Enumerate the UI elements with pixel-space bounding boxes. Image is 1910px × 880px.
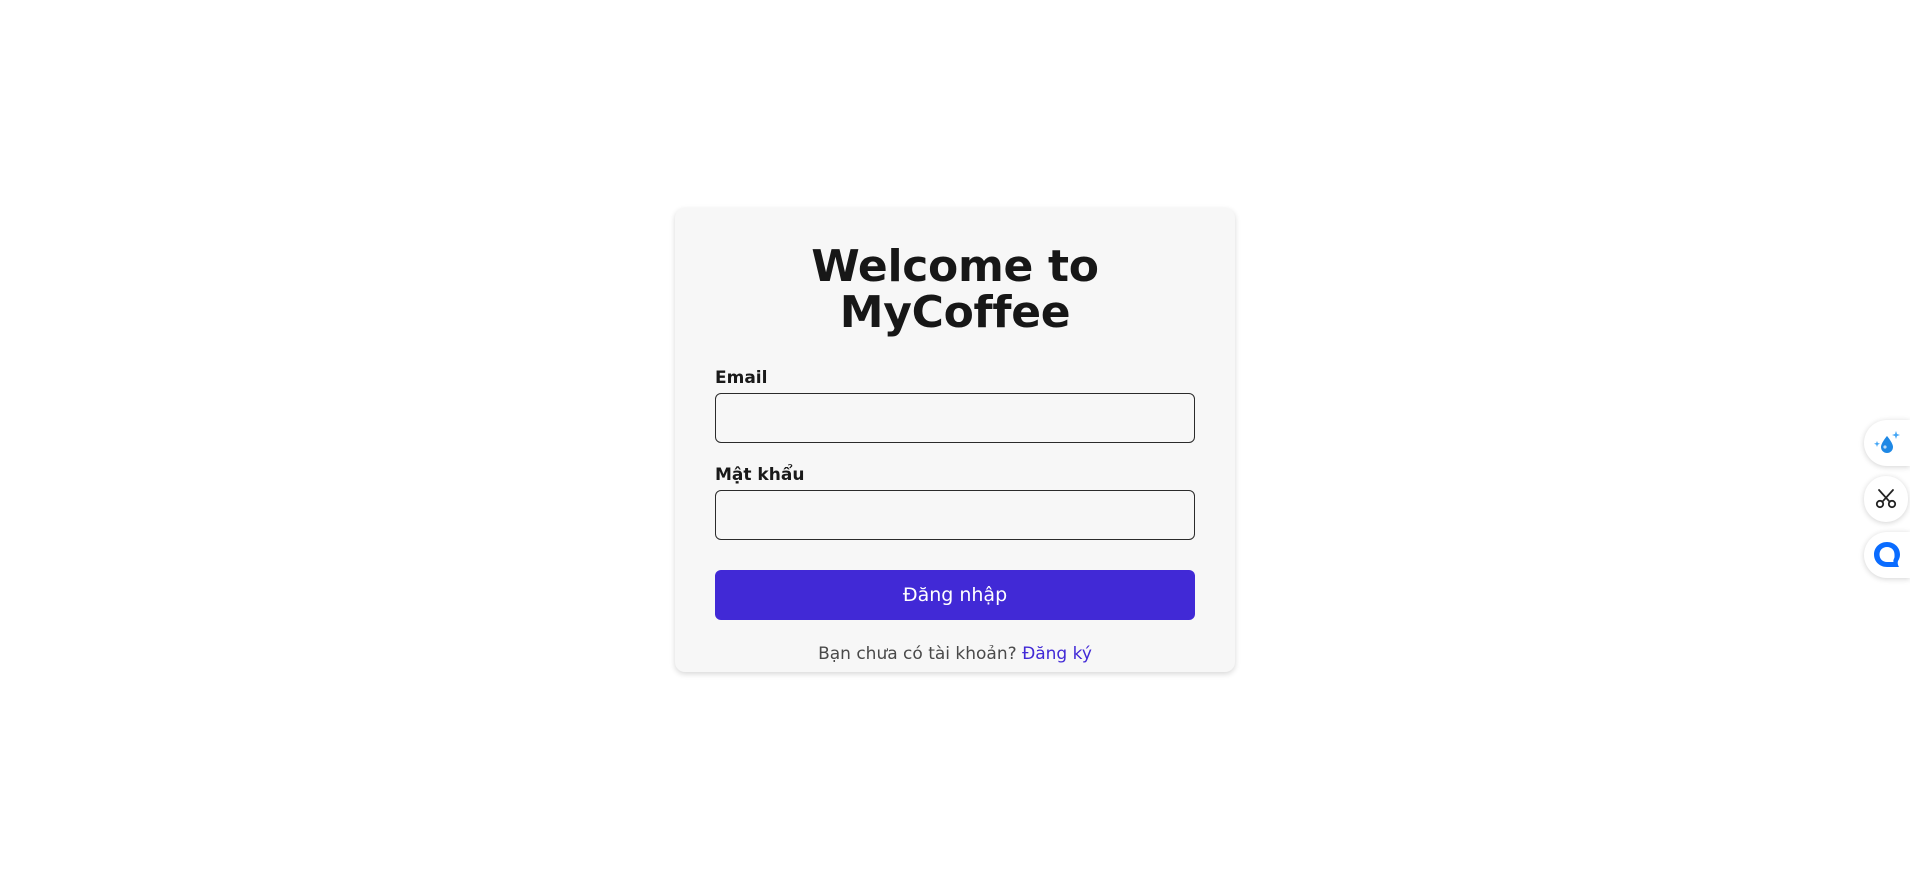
sparkle-drop-button[interactable] <box>1864 420 1910 466</box>
email-label: Email <box>715 368 768 389</box>
sparkle-drop-icon <box>1872 428 1902 458</box>
chat-button[interactable] <box>1864 532 1910 578</box>
signup-prompt: Bạn chưa có tài khoản? <box>818 644 1017 665</box>
email-input[interactable] <box>715 393 1195 444</box>
email-field-group: Email <box>715 368 1195 444</box>
signup-row: Bạn chưa có tài khoản? Đăng ký <box>715 644 1195 664</box>
password-label: Mật khẩu <box>715 465 805 486</box>
signup-link[interactable]: Đăng ký <box>1022 644 1092 664</box>
chat-bubble-icon <box>1871 539 1903 571</box>
login-card: Welcome to MyCoffee Email Mật khẩu Đăng … <box>675 208 1235 672</box>
side-toolbar <box>1860 420 1910 588</box>
page-title: Welcome to MyCoffee <box>811 241 1099 339</box>
scissors-button[interactable] <box>1864 476 1908 522</box>
page: Welcome to MyCoffee Email Mật khẩu Đăng … <box>0 0 1910 880</box>
login-button[interactable]: Đăng nhập <box>715 570 1195 621</box>
password-input[interactable] <box>715 490 1195 541</box>
scissors-icon <box>1874 487 1898 511</box>
password-field-group: Mật khẩu <box>715 465 1195 541</box>
